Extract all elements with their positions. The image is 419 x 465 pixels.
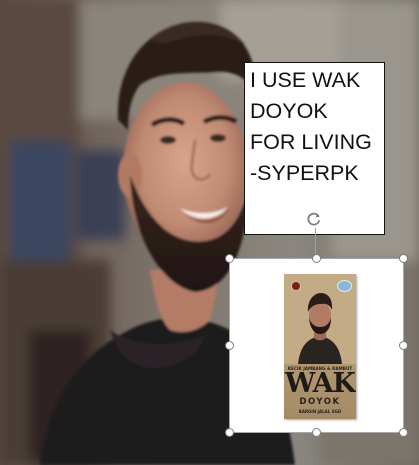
resize-handle-top-right[interactable] — [399, 254, 408, 263]
resize-handle-top[interactable] — [312, 254, 321, 263]
product-brand: WAK — [284, 368, 356, 399]
product-badge-icon — [291, 281, 301, 291]
product-footer: BARGIN JALAL SGD — [298, 409, 342, 414]
rotate-handle-icon[interactable] — [305, 210, 323, 228]
slide-canvas: I USE WAK DOYOK FOR LIVING -SYPERPK KECI… — [0, 0, 419, 465]
resize-handle-left[interactable] — [225, 341, 234, 350]
product-sub-brand: DOYOK — [299, 397, 341, 407]
caption-line-1: I USE WAK — [250, 68, 361, 92]
product-seal-icon — [337, 280, 352, 292]
resize-handle-bottom-left[interactable] — [225, 428, 234, 437]
selected-product-image[interactable]: KECIK JAMBANG & RAMBUT WAK DOYOK BARGIN … — [229, 258, 404, 433]
resize-handle-bottom[interactable] — [312, 428, 321, 437]
resize-handle-top-left[interactable] — [225, 254, 234, 263]
caption-line-2: DOYOK — [250, 99, 328, 123]
caption-line-4: -SYPERPK — [250, 161, 359, 185]
caption-line-3: FOR LIVING — [250, 130, 372, 154]
product-package: KECIK JAMBANG & RAMBUT WAK DOYOK BARGIN … — [284, 274, 356, 419]
resize-handle-right[interactable] — [399, 341, 408, 350]
resize-handle-bottom-right[interactable] — [399, 428, 408, 437]
